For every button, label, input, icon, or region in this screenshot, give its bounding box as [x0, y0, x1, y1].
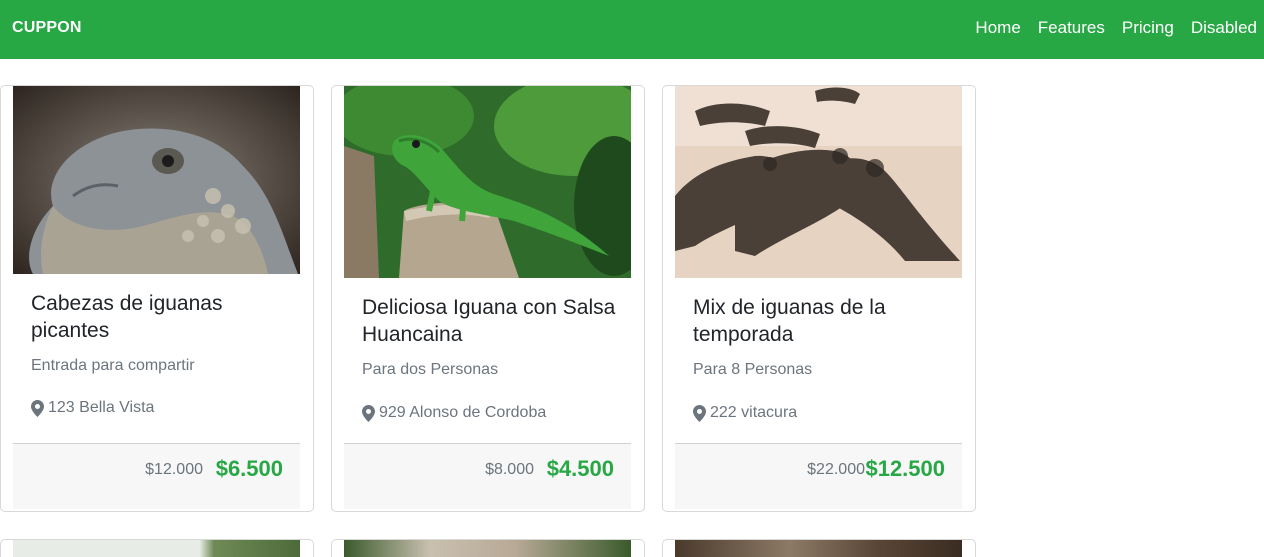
nav-home[interactable]: Home	[975, 18, 1020, 38]
deal-card[interactable]: Deliciosa Iguana con Salsa Huancaina Par…	[331, 85, 645, 512]
new-price: $12.500	[865, 456, 945, 481]
card-title: Cabezas de iguanas picantes	[31, 292, 223, 342]
deal-card[interactable]	[331, 539, 645, 557]
card-address-text: 123 Bella Vista	[48, 399, 155, 416]
card-image	[675, 540, 962, 557]
card-address-text: 929 Alonso de Cordoba	[379, 404, 547, 421]
deal-card[interactable]: Mix de iguanas de la temporada Para 8 Pe…	[662, 85, 976, 512]
map-pin-icon	[31, 399, 44, 417]
card-footer: $8.000 $4.500	[344, 443, 631, 509]
card-title: Deliciosa Iguana con Salsa Huancaina	[362, 296, 616, 346]
card-title: Mix de iguanas de la temporada	[693, 296, 886, 346]
brand-logo[interactable]: CUPPON	[12, 19, 82, 37]
deal-card[interactable]	[662, 539, 976, 557]
card-image	[13, 86, 300, 274]
new-price: $6.500	[215, 456, 283, 481]
map-pin-icon	[693, 404, 706, 422]
card-subtitle: Para 8 Personas	[693, 361, 813, 378]
new-price: $4.500	[546, 456, 614, 481]
card-image	[344, 86, 631, 278]
map-pin-icon	[362, 404, 375, 422]
card-address-text: 222 vitacura	[710, 404, 798, 421]
nav-disabled[interactable]: Disabled	[1191, 18, 1257, 38]
card-footer: $12.000 $6.500	[13, 443, 300, 509]
deal-card[interactable]	[0, 539, 314, 557]
card-address: 929 Alonso de Cordoba	[362, 404, 546, 422]
navbar: CUPPON Home Features Pricing Disabled	[0, 0, 1264, 59]
card-footer: $22.000 $12.500	[675, 443, 962, 509]
nav-menu: Home Features Pricing Disabled	[975, 18, 1257, 38]
old-price: $8.000	[485, 461, 534, 478]
deal-card[interactable]: Cabezas de iguanas picantes Entrada para…	[0, 85, 314, 512]
card-address: 222 vitacura	[693, 404, 797, 422]
card-address: 123 Bella Vista	[31, 399, 154, 417]
card-subtitle: Entrada para compartir	[31, 357, 195, 374]
nav-pricing[interactable]: Pricing	[1122, 18, 1174, 38]
card-image	[13, 540, 300, 557]
card-image	[675, 86, 962, 278]
old-price: $22.000	[807, 461, 865, 478]
card-subtitle: Para dos Personas	[362, 361, 499, 378]
card-image	[344, 540, 631, 557]
nav-features[interactable]: Features	[1038, 18, 1105, 38]
old-price: $12.000	[145, 461, 203, 478]
